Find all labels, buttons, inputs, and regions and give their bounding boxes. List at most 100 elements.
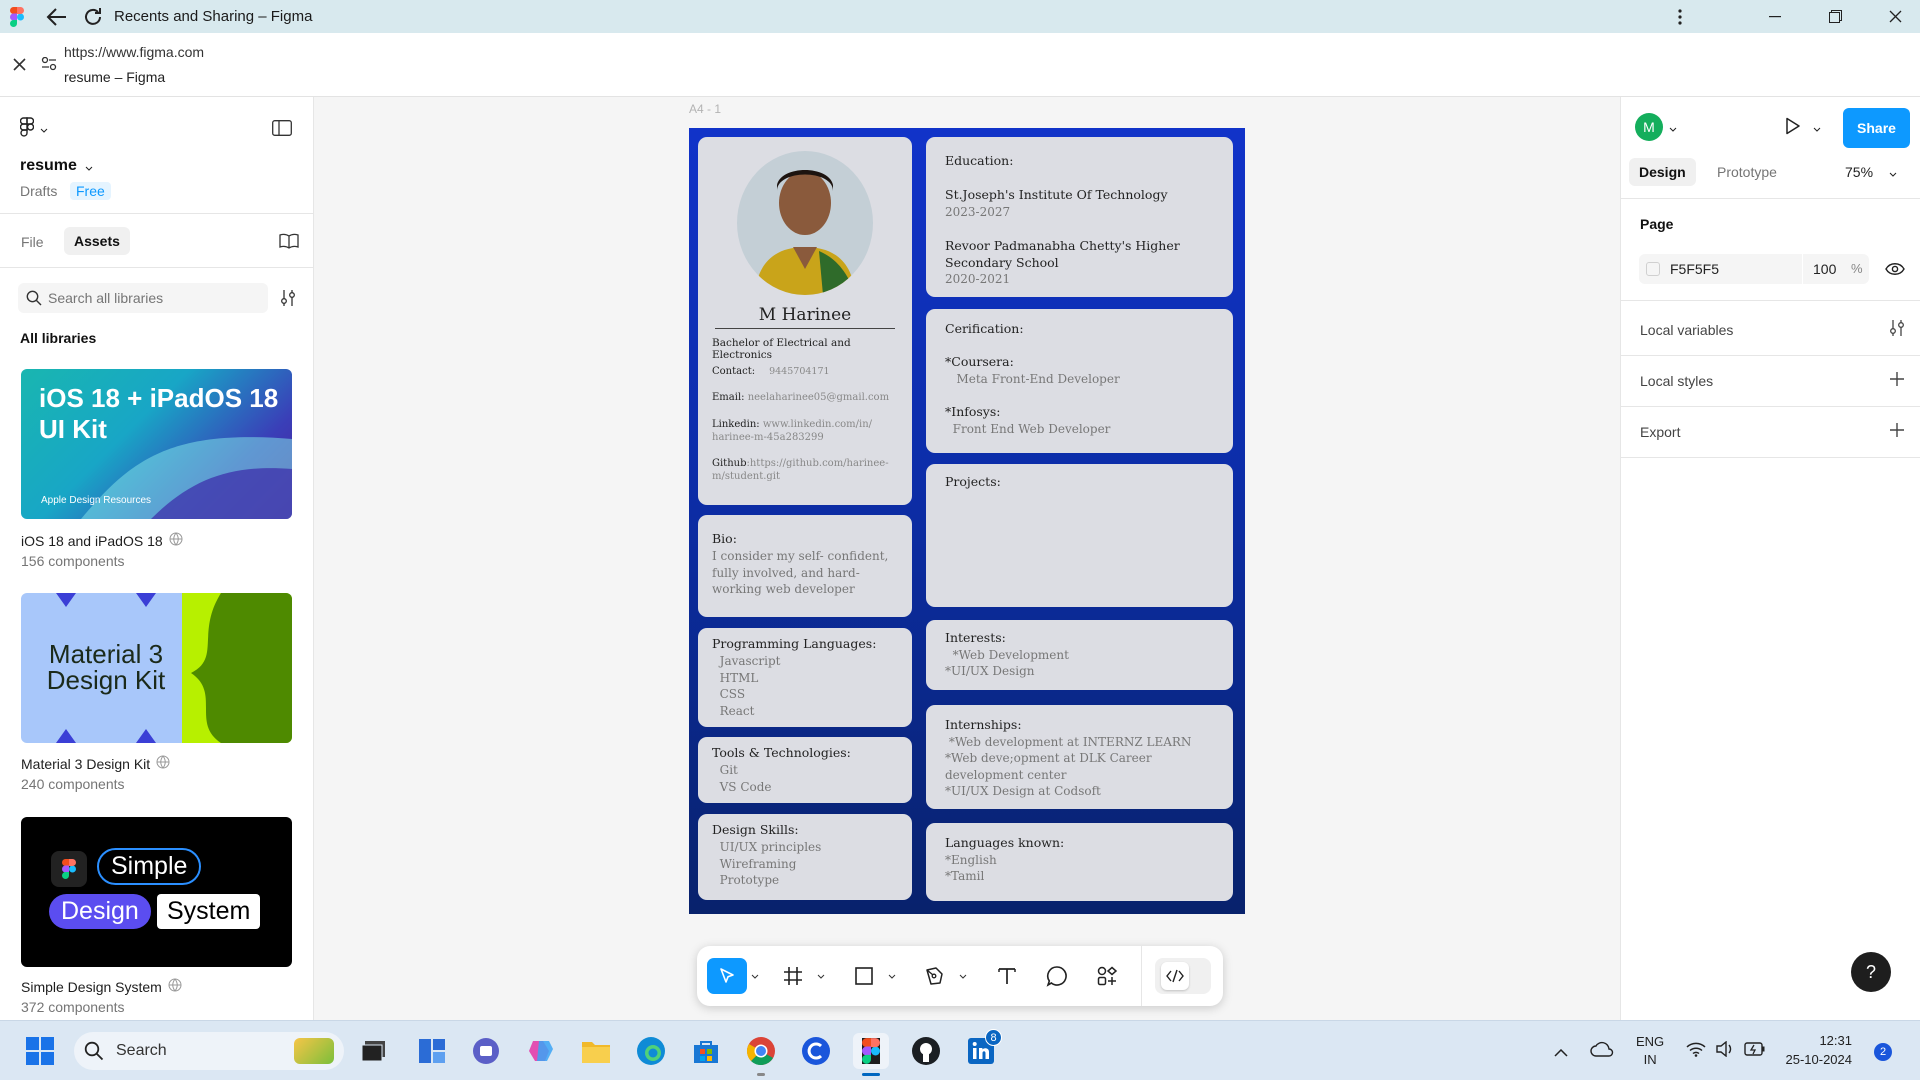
page-color-field[interactable]: F5F5F5 100 % — [1639, 254, 1869, 284]
library-thumbnail-material[interactable]: Material 3 Design Kit — [21, 593, 292, 743]
c-app-icon[interactable] — [798, 1033, 834, 1069]
close-window-icon[interactable] — [1872, 0, 1918, 33]
toggle-sidebar-icon[interactable] — [272, 120, 292, 139]
color-swatch[interactable] — [1646, 262, 1660, 276]
design-skills-card[interactable]: Design Skills: UI/UX principles Wirefram… — [698, 814, 912, 900]
eye-icon[interactable] — [1885, 262, 1905, 279]
bio-title: Bio: — [712, 531, 737, 546]
pen-tool-button[interactable] — [915, 958, 955, 994]
frame-tool-button[interactable] — [773, 958, 813, 994]
move-tool-button[interactable] — [707, 958, 747, 994]
languages-card[interactable]: Languages known: *English *Tamil — [926, 823, 1233, 901]
site-settings-icon[interactable] — [41, 56, 57, 74]
variables-icon[interactable] — [1889, 319, 1905, 340]
page-color-hex[interactable]: F5F5F5 — [1670, 261, 1719, 277]
chevron-down-icon[interactable] — [749, 958, 761, 994]
edge-icon[interactable] — [633, 1033, 669, 1069]
notification-badge[interactable]: 2 — [1874, 1043, 1892, 1061]
main-menu-button[interactable] — [19, 117, 48, 140]
library-name-row[interactable]: Material 3 Design Kit — [21, 755, 170, 772]
edu-entry: Revoor Padmanabha Chetty's Higher Second… — [945, 238, 1180, 288]
help-button[interactable]: ? — [1851, 952, 1891, 992]
library-thumbnail-simple[interactable]: Simple Design System — [21, 817, 292, 967]
local-styles-row[interactable]: Local styles — [1640, 373, 1713, 389]
user-menu[interactable]: M — [1635, 113, 1677, 141]
chrome-icon[interactable] — [743, 1033, 779, 1069]
local-variables-row[interactable]: Local variables — [1640, 322, 1733, 338]
library-name-row[interactable]: iOS 18 and iPadOS 18 — [21, 532, 183, 549]
minimize-icon[interactable] — [1752, 0, 1798, 33]
intern-item: development center — [945, 767, 1067, 782]
onedrive-icon[interactable] — [1590, 1041, 1614, 1060]
tab-assets[interactable]: Assets — [64, 227, 130, 255]
github-icon[interactable] — [908, 1033, 944, 1069]
taskbar-search[interactable]: Search — [74, 1032, 344, 1070]
present-button[interactable] — [1785, 117, 1821, 138]
actions-tool-button[interactable] — [1087, 958, 1127, 994]
zoom-menu[interactable]: 75% — [1845, 164, 1897, 180]
tab-file[interactable]: File — [21, 234, 44, 250]
shape-tool-button[interactable] — [844, 958, 884, 994]
reload-icon[interactable] — [82, 6, 104, 28]
interests-card[interactable]: Interests: *Web Development *UI/UX Desig… — [926, 620, 1233, 690]
wifi-icon[interactable] — [1686, 1041, 1706, 1060]
url-bar: https://www.figma.com resume – Figma — [0, 33, 1920, 97]
drafts-link[interactable]: Drafts — [20, 183, 57, 199]
volume-icon[interactable] — [1716, 1040, 1734, 1060]
education-card[interactable]: Education: St.Joseph's Institute Of Tech… — [926, 137, 1233, 297]
file-explorer-icon[interactable] — [578, 1033, 614, 1069]
library-book-icon[interactable] — [279, 233, 299, 252]
region-code: IN — [1643, 1052, 1657, 1067]
page-title-text: resume – Figma — [64, 69, 166, 85]
internships-card[interactable]: Internships: *Web development at INTERNZ… — [926, 705, 1233, 809]
chevron-down-icon[interactable] — [815, 958, 827, 994]
task-view-icon[interactable] — [356, 1033, 392, 1069]
intern-item: *Web development at INTERNZ LEARN — [945, 734, 1192, 749]
clock[interactable]: 12:31 25-10-2024 — [1780, 1031, 1853, 1069]
copilot-icon[interactable] — [523, 1033, 559, 1069]
library-thumbnail-ios[interactable]: iOS 18 + iPadOS 18 UI Kit Apple Design R… — [21, 369, 292, 519]
url-text[interactable]: https://www.figma.com — [64, 44, 204, 60]
close-icon[interactable] — [13, 58, 26, 74]
back-arrow-icon[interactable] — [46, 7, 68, 27]
resume-frame[interactable]: M Harinee Bachelor of Electrical and Ele… — [689, 128, 1245, 914]
chevron-up-icon[interactable] — [1554, 1045, 1568, 1060]
teams-icon[interactable] — [468, 1033, 504, 1069]
more-options-icon[interactable] — [1660, 0, 1700, 33]
dev-mode-toggle[interactable] — [1155, 958, 1211, 994]
comment-tool-button[interactable] — [1037, 958, 1077, 994]
programming-languages-card[interactable]: Programming Languages: Javascript HTML C… — [698, 628, 912, 727]
language-indicator[interactable]: ENG IN — [1636, 1033, 1664, 1069]
tab-design[interactable]: Design — [1629, 158, 1696, 186]
certification-card[interactable]: Cerification: *Coursera: Meta Front-End … — [926, 309, 1233, 453]
projects-card[interactable]: Projects: — [926, 464, 1233, 607]
file-name-menu[interactable]: resume — [20, 157, 93, 175]
chevron-down-icon[interactable] — [886, 958, 898, 994]
frame-label[interactable]: A4 - 1 — [689, 102, 721, 116]
play-icon — [1785, 117, 1801, 138]
export-row[interactable]: Export — [1640, 424, 1680, 440]
chevron-down-icon[interactable] — [957, 958, 969, 994]
plan-badge[interactable]: Free — [70, 182, 111, 200]
add-export-icon[interactable] — [1890, 423, 1904, 440]
page-opacity[interactable]: 100 — [1813, 261, 1836, 277]
library-name-row[interactable]: Simple Design System — [21, 978, 182, 995]
restore-icon[interactable] — [1812, 0, 1858, 33]
tools-list: Git VS Code — [712, 762, 772, 795]
tab-prototype[interactable]: Prototype — [1717, 164, 1777, 180]
store-icon[interactable] — [688, 1033, 724, 1069]
text-tool-button[interactable] — [987, 958, 1027, 994]
widgets-icon[interactable] — [414, 1033, 450, 1069]
start-button[interactable] — [22, 1033, 58, 1069]
share-button[interactable]: Share — [1843, 108, 1910, 148]
bio-card[interactable]: Bio: I consider my self- confident, full… — [698, 515, 912, 617]
tools-card[interactable]: Tools & Technologies: Git VS Code — [698, 737, 912, 803]
lang-item: *English — [945, 852, 997, 867]
library-search[interactable] — [18, 283, 268, 313]
figma-taskbar-icon[interactable] — [853, 1033, 889, 1069]
search-input[interactable] — [48, 290, 248, 306]
add-style-icon[interactable] — [1890, 372, 1904, 389]
battery-icon[interactable] — [1744, 1042, 1766, 1059]
profile-card[interactable]: M Harinee Bachelor of Electrical and Ele… — [698, 137, 912, 505]
filter-icon[interactable] — [280, 289, 296, 310]
